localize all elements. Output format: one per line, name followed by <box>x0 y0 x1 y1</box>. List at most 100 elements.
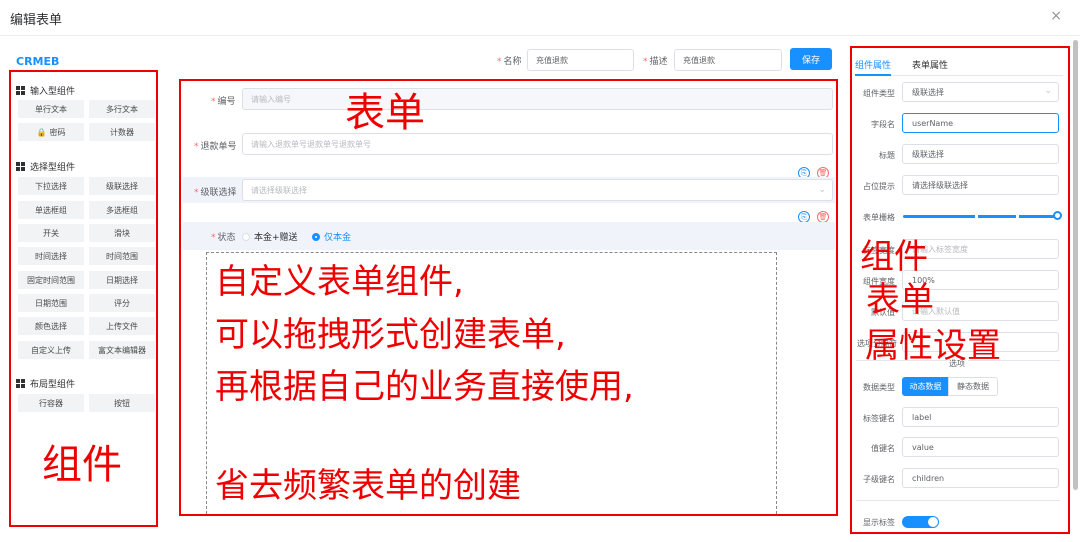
prop-label-type: 组件类型 <box>863 89 895 98</box>
refund-input[interactable]: 请输入退款单号退款单号退款单号 <box>242 133 833 155</box>
component-label: 计数器 <box>110 127 134 137</box>
component-item[interactable]: 单选框组 <box>18 201 84 219</box>
grid-icon <box>16 161 26 172</box>
number-input[interactable]: 请输入编号 <box>242 88 833 110</box>
radio-principal-gift[interactable]: 本金+赠送 <box>242 230 298 243</box>
dialog-header: 编辑表单 × <box>0 0 1080 36</box>
radio-label: 仅本金 <box>324 233 352 243</box>
group-title-input: 输入型组件 <box>16 84 75 97</box>
slider-stop <box>975 214 978 219</box>
component-item[interactable]: 时间选择 <box>18 247 84 265</box>
close-icon[interactable]: × <box>1050 8 1062 24</box>
prop-label-grid: 表单栅格 <box>863 213 895 222</box>
component-label: 密码 <box>49 127 66 137</box>
row-label-refund: * 退款单号 <box>194 142 237 152</box>
overlay-line-3: 再根据自己的业务直接使用, <box>215 367 634 407</box>
prop-label-data-type: 数据类型 <box>863 383 895 392</box>
radio-label: 本金+赠送 <box>254 233 298 243</box>
palette-annotation: 组件 <box>42 442 122 488</box>
children-key-input[interactable]: children <box>902 468 1059 488</box>
prop-label-children-key: 子级键名 <box>863 475 895 484</box>
save-button[interactable]: 保存 <box>790 48 832 70</box>
toggle-knob <box>928 517 938 527</box>
row-label-text: 编号 <box>217 97 236 107</box>
dialog-title: 编辑表单 <box>10 13 63 28</box>
panel-scrollbar[interactable] <box>1073 40 1078 490</box>
panel-annotation-2: 表单 <box>866 280 934 320</box>
row-label-text: 状态 <box>217 233 236 243</box>
placeholder-input[interactable]: 请选择级联选择 <box>902 175 1059 195</box>
component-label: 下拉选择 <box>35 181 67 191</box>
component-item[interactable]: 计数器 <box>89 123 155 141</box>
component-item[interactable]: 单行文本 <box>18 100 84 118</box>
component-item[interactable]: 🔒 密码 <box>18 123 84 141</box>
component-item[interactable]: 日期范围 <box>18 294 84 312</box>
slider-stop <box>1016 214 1019 219</box>
grid-slider-handle[interactable] <box>1053 211 1062 220</box>
component-item[interactable]: 滑块 <box>89 224 155 242</box>
component-label: 上传文件 <box>106 321 138 331</box>
component-label: 评分 <box>114 298 130 308</box>
component-label: 时间选择 <box>35 251 67 261</box>
type-value: 级联选择 <box>912 87 944 97</box>
overlay-line-1: 自定义表单组件, <box>215 262 464 302</box>
prop-label-field: 字段名 <box>871 120 895 129</box>
component-item[interactable]: 多选框组 <box>89 201 155 219</box>
data-type-static[interactable]: 静态数据 <box>948 377 998 396</box>
lock-icon: 🔒 <box>36 127 47 137</box>
component-item[interactable]: 时间范围 <box>89 247 155 265</box>
prop-label-value-key: 值键名 <box>871 444 895 453</box>
component-label: 多行文本 <box>106 104 138 114</box>
component-item[interactable]: 上传文件 <box>89 317 155 335</box>
field-name-input[interactable]: userName <box>902 113 1059 133</box>
name-label-text: 名称 <box>503 57 522 67</box>
show-label-toggle[interactable] <box>902 516 939 528</box>
value-key-input[interactable]: value <box>902 437 1059 457</box>
component-item[interactable]: 日期选择 <box>89 271 155 289</box>
overlay-line-2: 可以拖拽形式创建表单, <box>215 315 566 355</box>
tab-active-indicator <box>855 74 891 76</box>
group-title-label: 输入型组件 <box>30 87 76 97</box>
radio-dot <box>242 232 250 241</box>
component-item[interactable]: 固定时间范围 <box>18 271 84 289</box>
component-item[interactable]: 下拉选择 <box>18 177 84 195</box>
grid-icon <box>16 85 26 96</box>
component-item[interactable]: 按钮 <box>89 394 155 412</box>
component-item[interactable]: 评分 <box>89 294 155 312</box>
panel-annotation-3: 属性设置 <box>865 326 1001 366</box>
cascade-select[interactable]: 请选择级联选择 ⌄ <box>242 179 833 201</box>
component-item[interactable]: 行容器 <box>18 394 84 412</box>
desc-label-text: 描述 <box>649 57 668 67</box>
component-item[interactable]: 富文本编辑器 <box>89 341 155 359</box>
label-key-input[interactable]: label <box>902 407 1059 427</box>
group-title-layout: 布局型组件 <box>16 377 75 390</box>
group-title-select: 选择型组件 <box>16 160 75 173</box>
desc-input[interactable]: 充值退款 <box>674 49 782 71</box>
grid-slider-track[interactable] <box>903 215 1056 218</box>
component-label: 多选框组 <box>106 205 138 215</box>
prop-label-label-key: 标签键名 <box>863 414 895 423</box>
data-type-dynamic[interactable]: 动态数据 <box>902 377 949 396</box>
cascade-placeholder: 请选择级联选择 <box>251 185 307 195</box>
component-item[interactable]: 多行文本 <box>89 100 155 118</box>
component-item[interactable]: 级联选择 <box>89 177 155 195</box>
prop-label-show-label: 显示标签 <box>863 518 895 527</box>
name-input[interactable]: 充值退款 <box>527 49 634 71</box>
title-input[interactable]: 级联选择 <box>902 144 1059 164</box>
tab-component-props[interactable]: 组件属性 <box>855 58 891 71</box>
tab-form-props[interactable]: 表单属性 <box>912 58 948 71</box>
component-label: 自定义上传 <box>31 345 71 355</box>
group-title-label: 选择型组件 <box>30 163 76 173</box>
component-item[interactable]: 开关 <box>18 224 84 242</box>
radio-principal-only[interactable]: 仅本金 <box>312 230 351 243</box>
component-label: 时间范围 <box>106 251 138 261</box>
row-label-text: 退款单号 <box>200 142 237 152</box>
component-item[interactable]: 自定义上传 <box>18 341 84 359</box>
component-label: 单行文本 <box>35 104 67 114</box>
type-select[interactable]: 级联选择 ⌄ <box>902 82 1059 102</box>
logo: CRMEB <box>16 55 60 68</box>
component-label: 日期选择 <box>106 275 138 285</box>
component-label: 级联选择 <box>106 181 138 191</box>
component-item[interactable]: 颜色选择 <box>18 317 84 335</box>
component-label: 日期范围 <box>35 298 67 308</box>
